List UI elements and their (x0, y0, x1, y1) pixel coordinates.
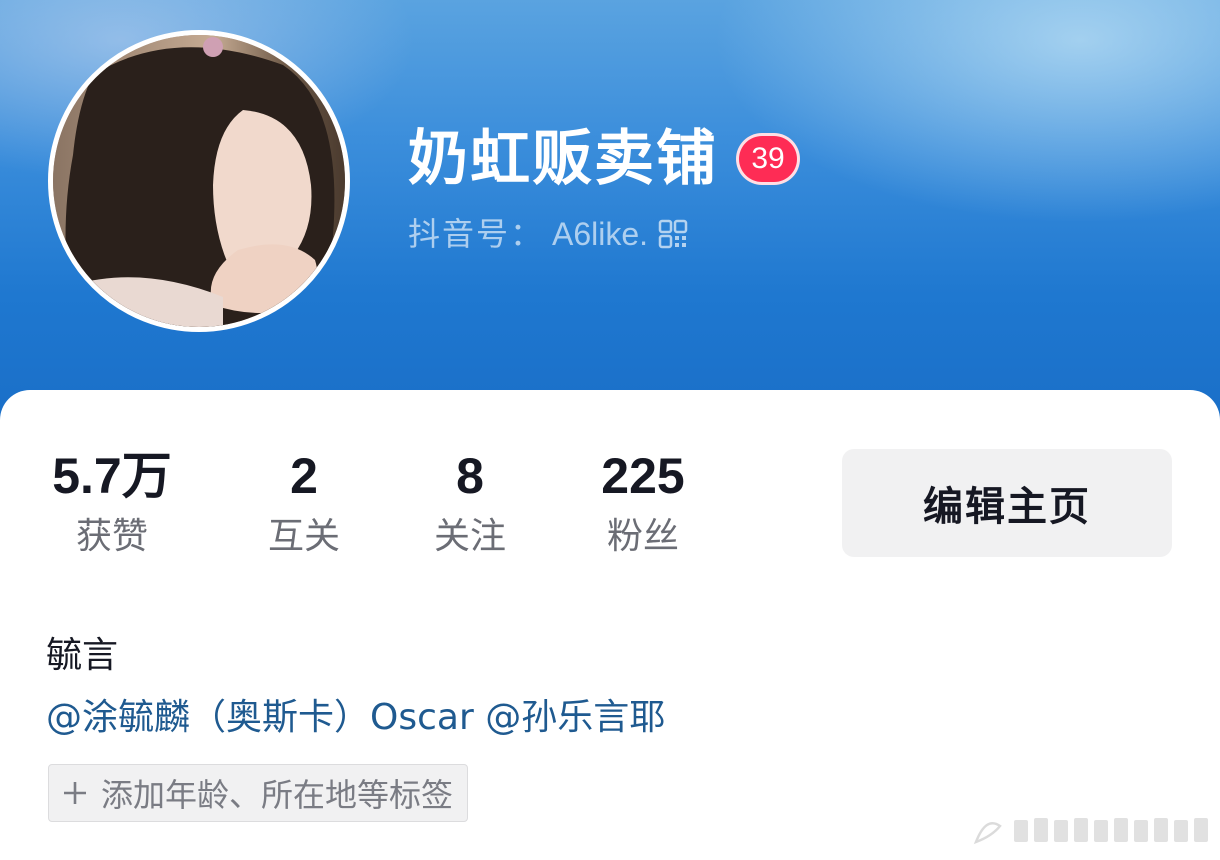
level-badge[interactable]: 39 (736, 133, 800, 185)
avatar-photo (53, 35, 345, 327)
add-tag-button[interactable]: 添加年龄、所在地等标签 (48, 764, 469, 822)
stat-mutual-value: 2 (290, 448, 318, 504)
stat-likes[interactable]: 5.7万 获赞 (48, 448, 176, 560)
bio-mentions: @涂毓麟（奥斯卡）Oscar @孙乐言耶 (46, 694, 665, 742)
watermark (972, 812, 1210, 846)
stat-following-value: 8 (456, 448, 484, 504)
stat-followers-label: 粉丝 (606, 516, 679, 557)
stat-following[interactable]: 8 关注 (420, 448, 520, 560)
bio-name: 毓言 (46, 635, 119, 676)
avatar[interactable] (48, 30, 350, 332)
stat-followers[interactable]: 225 粉丝 (588, 448, 698, 560)
plus-icon (61, 779, 89, 807)
douyin-id-value[interactable]: A6like. (552, 212, 648, 256)
watermark-icon (973, 818, 1208, 845)
nickname: 奶虹贩卖铺 (408, 124, 718, 194)
add-tag-label: 添加年龄、所在地等标签 (101, 776, 454, 814)
douyin-id-label: 抖音号： (408, 215, 545, 253)
edit-profile-button[interactable]: 编辑主页 (842, 449, 1172, 557)
stat-following-label: 关注 (433, 516, 506, 557)
stat-followers-value: 225 (601, 448, 685, 504)
mention-link[interactable]: @孙乐言耶 (485, 697, 665, 738)
stat-mutual-label: 互关 (267, 516, 340, 557)
nickname-row: 奶虹贩卖铺 39 (408, 124, 800, 194)
douyin-id-row: 抖音号： A6like. (408, 212, 688, 256)
mention-link[interactable]: @涂毓麟（奥斯卡）Oscar (46, 697, 474, 738)
stat-likes-value: 5.7万 (52, 448, 172, 504)
stat-likes-label: 获赞 (75, 516, 148, 557)
qr-code-icon[interactable] (658, 219, 688, 249)
stat-mutual[interactable]: 2 互关 (254, 448, 354, 560)
